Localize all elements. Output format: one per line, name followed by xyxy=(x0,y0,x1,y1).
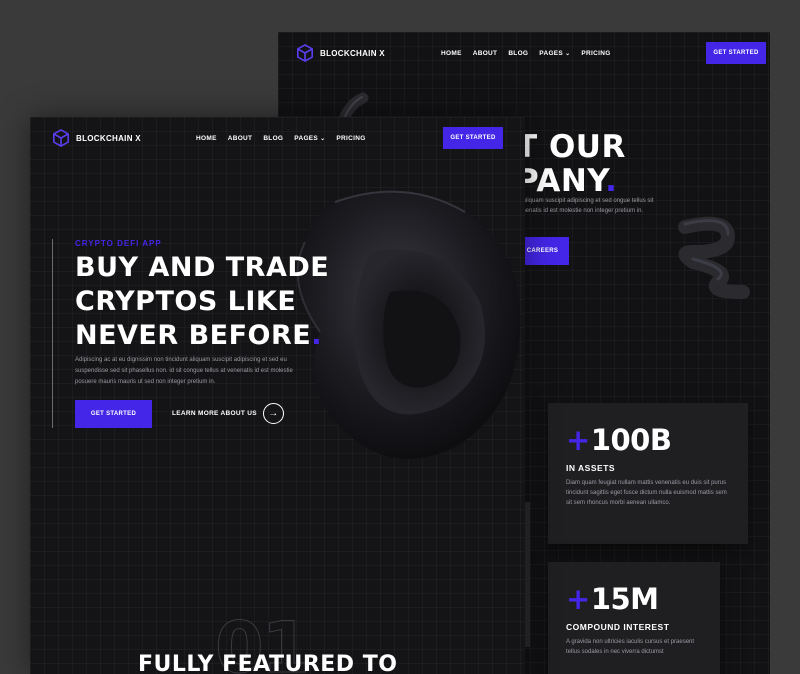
stat-number: 15M xyxy=(590,582,659,616)
get-started-button[interactable]: GET STARTED xyxy=(443,127,503,149)
stat-number: 100B xyxy=(590,423,672,457)
learn-more-label: LEARN MORE ABOUT US xyxy=(172,410,257,417)
nav-blog[interactable]: BLOG xyxy=(508,50,528,57)
nav-pages[interactable]: PAGES ⌄ xyxy=(294,135,325,142)
front-navbar: BLOCKCHAIN X HOME ABOUT BLOG PAGES ⌄ PRIC… xyxy=(52,127,512,149)
stat-description: A gravida non ultricies iaculis cursus e… xyxy=(566,639,695,655)
arrow-right-icon: → xyxy=(262,403,284,424)
nav-pricing[interactable]: PRICING xyxy=(336,135,365,142)
stat-value: +15M xyxy=(566,582,702,616)
back-logo[interactable]: BLOCKCHAIN X xyxy=(296,44,385,62)
stat-label: IN ASSETS xyxy=(566,463,616,473)
front-main-menu: HOME ABOUT BLOG PAGES ⌄ PRICING xyxy=(196,135,366,142)
back-body-text: nt aliquam suscipit adipiscing et sed on… xyxy=(516,198,654,215)
section-title: FULLY FEATURED TO xyxy=(138,652,398,674)
back-main-menu: HOME ABOUT BLOG PAGES ⌄ PRICING xyxy=(441,50,611,57)
plus-icon: + xyxy=(566,423,590,457)
hero-title-line2: CRYPTOS LIKE xyxy=(75,286,297,318)
nav-pricing[interactable]: PRICING xyxy=(581,50,610,57)
back-headline-line2-wrap: PANY. xyxy=(516,164,626,198)
nav-about[interactable]: ABOUT xyxy=(473,50,498,57)
hero-get-started-button[interactable]: GET STARTED xyxy=(75,400,152,428)
hero-eyebrow: CRYPTO DEFI APP xyxy=(75,239,162,248)
stat-label: COMPOUND INTEREST xyxy=(566,622,670,632)
hero-accent-line xyxy=(52,239,53,428)
hero-title-line3-wrap: NEVER BEFORE. xyxy=(75,319,329,353)
stat-value: +100B xyxy=(566,423,730,457)
cube-logo-icon xyxy=(52,129,70,147)
spring-3d-shape xyxy=(678,216,750,299)
brand-name: BLOCKCHAIN X xyxy=(320,48,385,58)
stat-card-interest: +15M COMPOUND INTEREST A gravida non ult… xyxy=(548,562,720,674)
learn-more-link[interactable]: LEARN MORE ABOUT US → xyxy=(172,403,284,424)
stat-description: Diam quam feugiat nullam mattis venenati… xyxy=(566,480,727,506)
stat-card-assets: +100B IN ASSETS Diam quam feugiat nullam… xyxy=(548,403,748,544)
get-started-button[interactable]: GET STARTED xyxy=(706,42,766,64)
plus-icon: + xyxy=(566,582,590,616)
hero-title: BUY AND TRADE CRYPTOS LIKE NEVER BEFORE. xyxy=(75,251,329,353)
accent-dot: . xyxy=(311,320,322,352)
accent-dot: . xyxy=(605,163,618,200)
hero-title-line1: BUY AND TRADE xyxy=(75,252,330,283)
hero-title-line3: NEVER BEFORE xyxy=(75,320,312,352)
front-logo[interactable]: BLOCKCHAIN X xyxy=(52,129,141,147)
back-headline-line1: T OUR xyxy=(516,129,626,165)
back-navbar: BLOCKCHAIN X HOME ABOUT BLOG PAGES ⌄ PRIC… xyxy=(296,42,766,64)
nav-home[interactable]: HOME xyxy=(196,135,217,142)
nav-pages-label: PAGES xyxy=(539,49,564,57)
nav-blog[interactable]: BLOG xyxy=(263,135,283,142)
nav-pages[interactable]: PAGES ⌄ xyxy=(539,50,570,57)
back-headline-line2: PANY xyxy=(516,163,606,200)
front-page-preview: BLOCKCHAIN X HOME ABOUT BLOG PAGES ⌄ PRIC… xyxy=(30,117,525,674)
cube-logo-icon xyxy=(296,44,314,62)
nav-pages-label: PAGES xyxy=(294,134,319,142)
back-headline: T OUR PANY. xyxy=(516,130,626,198)
chevron-down-icon: ⌄ xyxy=(320,135,326,142)
nav-about[interactable]: ABOUT xyxy=(228,135,253,142)
nav-home[interactable]: HOME xyxy=(441,50,462,57)
brand-name: BLOCKCHAIN X xyxy=(76,133,141,143)
chevron-down-icon: ⌄ xyxy=(565,50,571,57)
hero-body-text: Adipiscing ac at eu dignissim non tincid… xyxy=(75,357,293,385)
